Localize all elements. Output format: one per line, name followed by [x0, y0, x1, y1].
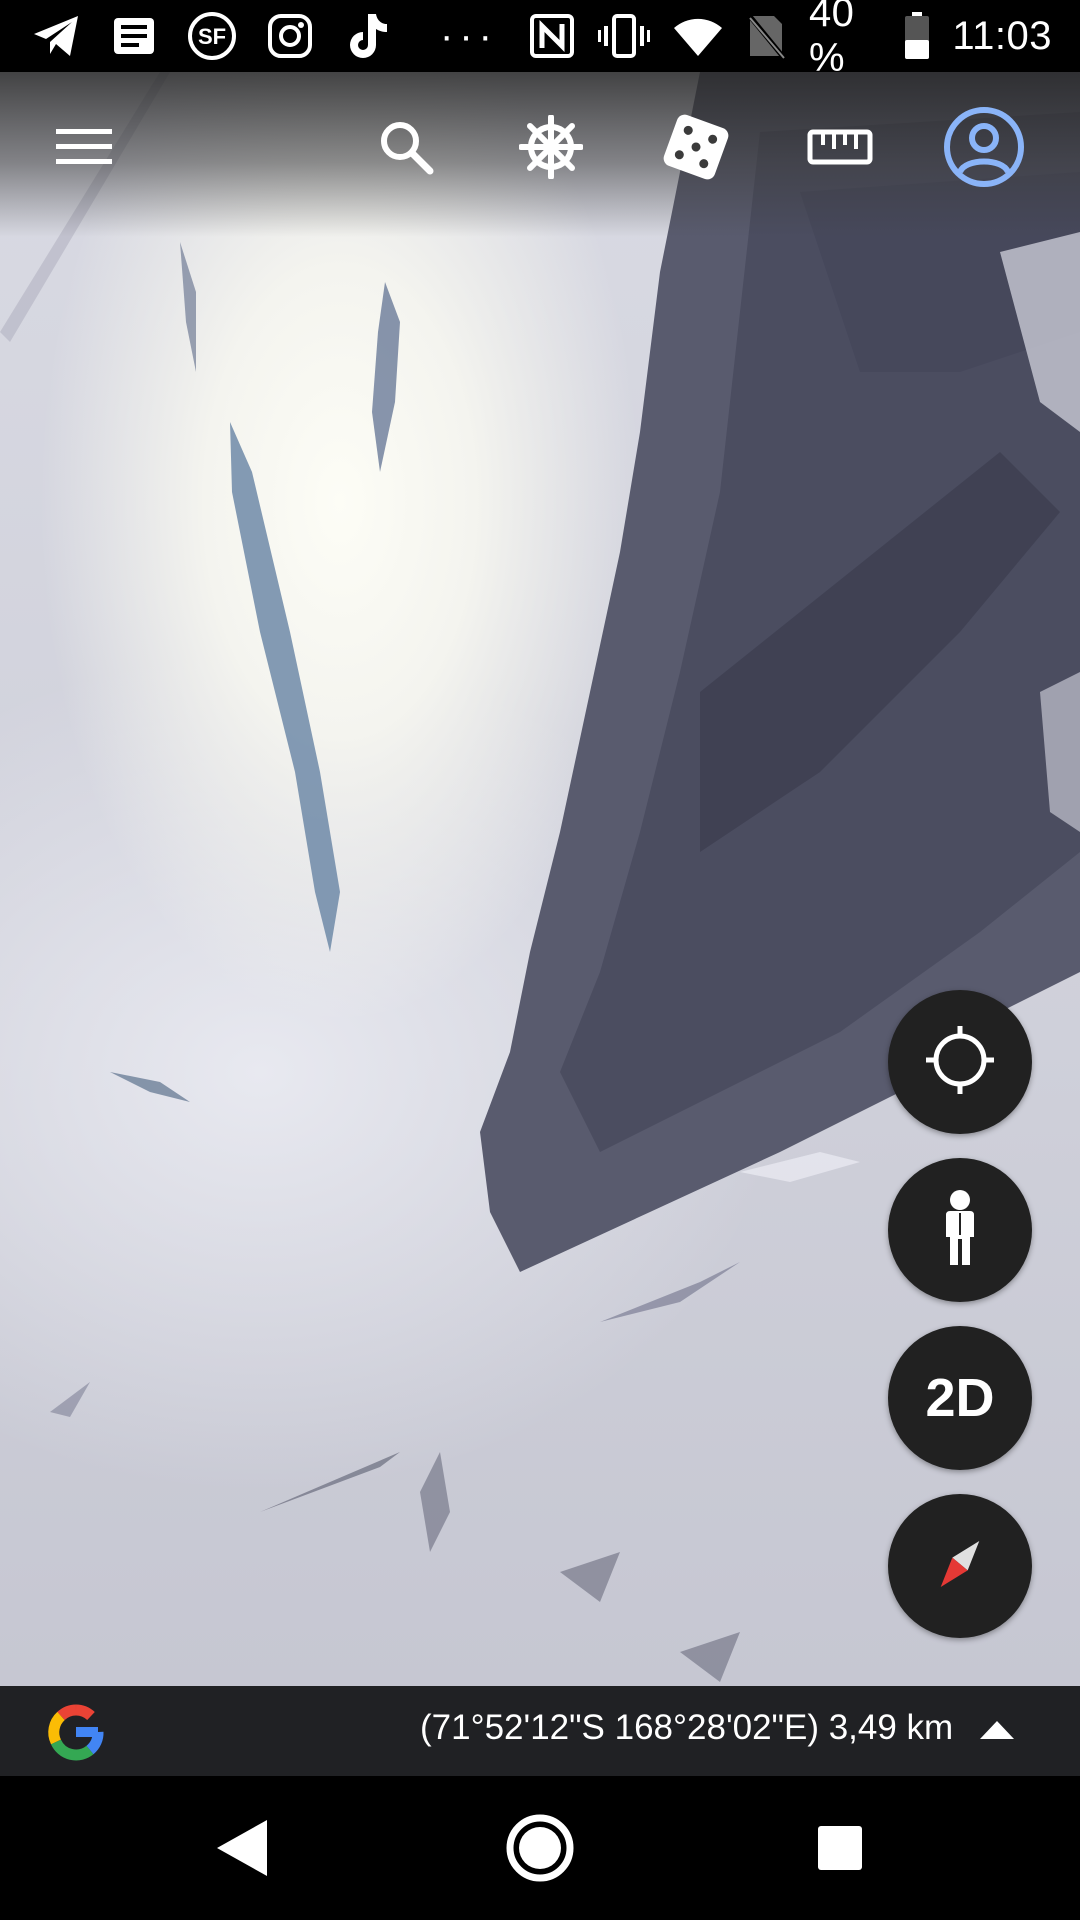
more-notifications: ···	[440, 13, 498, 58]
street-view-pegman-button[interactable]	[888, 1158, 1032, 1302]
menu-button[interactable]	[41, 106, 127, 192]
account-icon	[943, 106, 1025, 193]
battery-percentage: 40 %	[808, 0, 855, 80]
system-navigation-bar	[0, 1776, 1080, 1920]
recents-button[interactable]	[798, 1808, 882, 1892]
voyager-button[interactable]	[508, 106, 594, 192]
coordinate-info-bar: (71°52'12"S 168°28'02"E) 3,49 km	[0, 1686, 1080, 1776]
tiktok-icon	[342, 10, 394, 62]
feeling-lucky-button[interactable]	[653, 106, 739, 192]
pegman-icon	[938, 1189, 982, 1272]
view-mode-label: 2D	[925, 1368, 995, 1428]
battery-icon	[904, 10, 930, 62]
instagram-icon	[264, 10, 316, 62]
feeling-lucky-dice-icon	[661, 112, 731, 187]
account-button[interactable]	[941, 106, 1027, 192]
measure-button[interactable]	[797, 106, 883, 192]
chevron-up-icon	[980, 1720, 1014, 1744]
svg-text:SF: SF	[198, 24, 226, 49]
compass-button[interactable]	[888, 1494, 1032, 1638]
voyager-icon	[518, 113, 584, 184]
wifi-icon	[672, 10, 724, 62]
news-icon	[108, 10, 160, 62]
vibrate-icon	[597, 10, 650, 62]
view-mode-2d-button[interactable]: 2D	[888, 1326, 1032, 1470]
google-g-logo	[40, 1696, 112, 1768]
status-bar: SF ··· 40 % 11:03	[0, 0, 1080, 80]
telegram-icon	[30, 10, 82, 62]
home-button[interactable]	[498, 1808, 582, 1892]
clock: 11:03	[952, 13, 1052, 58]
back-icon	[215, 1818, 269, 1883]
coordinates-and-altitude: (71°52'12"S 168°28'02"E) 3,49 km	[420, 1708, 954, 1747]
measure-ruler-icon	[807, 129, 873, 170]
top-toolbar	[0, 72, 1080, 237]
no-sim-icon	[746, 10, 787, 62]
recents-icon	[816, 1824, 864, 1877]
my-location-button[interactable]	[888, 990, 1032, 1134]
expand-info-button[interactable]	[975, 1710, 1019, 1754]
crosshair-icon	[924, 1024, 996, 1101]
search-button[interactable]	[363, 106, 449, 192]
menu-icon	[56, 127, 112, 172]
compass-icon	[928, 1532, 992, 1601]
back-button[interactable]	[200, 1808, 284, 1892]
home-icon	[504, 1812, 576, 1889]
search-icon	[378, 119, 434, 180]
sf-app-icon: SF	[186, 10, 238, 62]
nfc-icon	[528, 10, 576, 62]
